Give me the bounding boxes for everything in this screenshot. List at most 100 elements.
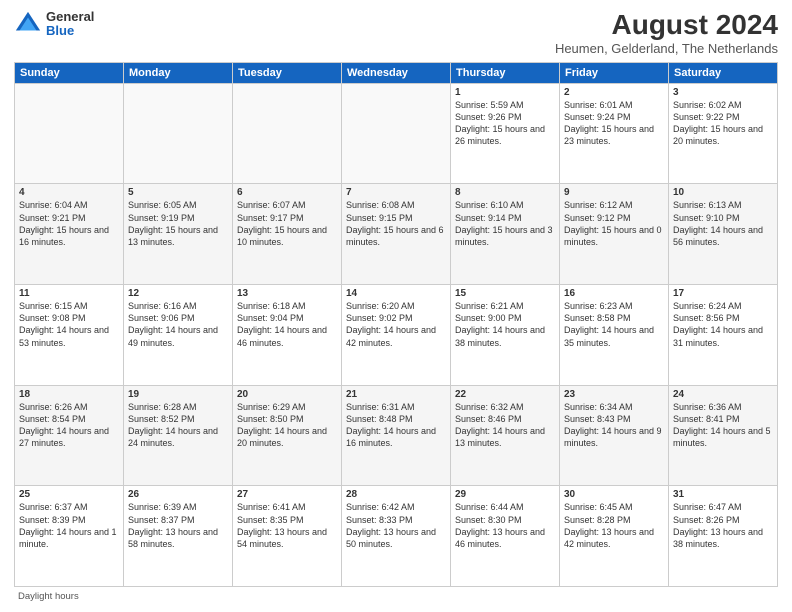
day-number: 3 [673, 87, 773, 98]
cell-content: Sunrise: 6:13 AMSunset: 9:10 PMDaylight:… [673, 199, 773, 248]
cell-content: Sunrise: 6:15 AM Sunset: 9:08 PM Daylight:… [19, 300, 119, 349]
day-number: 17 [673, 288, 773, 299]
daylight-text: Daylight: 15 hours and 26 minutes. [455, 124, 545, 146]
calendar-cell [342, 83, 451, 184]
daylight-text: Daylight: 14 hours and 49 minutes. [128, 325, 218, 347]
sunrise-text: Sunrise: 6:29 AM [237, 402, 306, 412]
sunrise-text: Sunrise: 6:28 AM [128, 402, 197, 412]
day-header-saturday: Saturday [669, 62, 778, 83]
header: General Blue August 2024 Heumen, Gelderl… [14, 10, 778, 56]
daylight-text: Daylight: 13 hours and 42 minutes. [564, 527, 654, 549]
day-header-sunday: Sunday [15, 62, 124, 83]
week-row-5: 25Sunrise: 6:37 AMSunset: 8:39 PMDayligh… [15, 486, 778, 587]
day-number: 1 [455, 87, 555, 98]
header-row: SundayMondayTuesdayWednesdayThursdayFrid… [15, 62, 778, 83]
calendar-table: SundayMondayTuesdayWednesdayThursdayFrid… [14, 62, 778, 587]
sunrise-text: Sunrise: 6:41 AM [237, 502, 306, 512]
day-number: 30 [564, 489, 664, 500]
sunset-text: Sunset: 8:58 PM [564, 313, 631, 323]
calendar-cell: 20Sunrise: 6:29 AMSunset: 8:50 PMDayligh… [233, 385, 342, 486]
calendar-cell: 7Sunrise: 6:08 AMSunset: 9:15 PMDaylight… [342, 184, 451, 285]
sunset-text: Sunset: 8:56 PM [673, 313, 740, 323]
cell-content: Sunrise: 6:45 AMSunset: 8:28 PMDaylight:… [564, 501, 664, 550]
week-row-4: 18Sunrise: 6:26 AMSunset: 8:54 PMDayligh… [15, 385, 778, 486]
daylight-text: Daylight: 15 hours and 20 minutes. [673, 124, 763, 146]
page: General Blue August 2024 Heumen, Gelderl… [0, 0, 792, 612]
sunrise-text: Sunrise: 6:07 AM [237, 200, 306, 210]
sunset-text: Sunset: 9:04 PM [237, 313, 304, 323]
daylight-text: Daylight: 14 hours and 1 minute. [19, 527, 117, 549]
calendar-cell: 17 Sunrise: 6:24 AM Sunset: 8:56 PM Dayligh… [669, 285, 778, 386]
sunrise-text: Sunrise: 6:18 AM [237, 301, 306, 311]
sunset-text: Sunset: 9:14 PM [455, 213, 522, 223]
sunset-text: Sunset: 9:26 PM [455, 112, 522, 122]
cell-content: Sunrise: 6:28 AMSunset: 8:52 PMDaylight:… [128, 401, 228, 450]
week-row-3: 11 Sunrise: 6:15 AM Sunset: 9:08 PM Dayligh… [15, 285, 778, 386]
daylight-text: Daylight: 14 hours and 31 minutes. [673, 325, 763, 347]
day-number: 29 [455, 489, 555, 500]
daylight-text: Daylight: 13 hours and 54 minutes. [237, 527, 327, 549]
cell-content: Sunrise: 6:08 AMSunset: 9:15 PMDaylight:… [346, 199, 446, 248]
sunrise-text: Sunrise: 6:42 AM [346, 502, 415, 512]
week-row-2: 4Sunrise: 6:04 AMSunset: 9:21 PMDaylight… [15, 184, 778, 285]
location: Heumen, Gelderland, The Netherlands [555, 41, 778, 56]
sunset-text: Sunset: 9:08 PM [19, 313, 86, 323]
cell-content: Sunrise: 6:37 AMSunset: 8:39 PMDaylight:… [19, 501, 119, 550]
daylight-text: Daylight: 15 hours and 16 minutes. [19, 225, 109, 247]
calendar-cell: 5Sunrise: 6:05 AMSunset: 9:19 PMDaylight… [124, 184, 233, 285]
calendar-cell: 4Sunrise: 6:04 AMSunset: 9:21 PMDaylight… [15, 184, 124, 285]
sunset-text: Sunset: 9:15 PM [346, 213, 413, 223]
day-number: 13 [237, 288, 337, 299]
sunrise-text: Sunrise: 6:12 AM [564, 200, 633, 210]
sunrise-text: Sunrise: 6:34 AM [564, 402, 633, 412]
cell-content: Sunrise: 6:44 AMSunset: 8:30 PMDaylight:… [455, 501, 555, 550]
cell-content: Sunrise: 6:04 AMSunset: 9:21 PMDaylight:… [19, 199, 119, 248]
sunrise-text: Sunrise: 5:59 AM [455, 100, 524, 110]
sunrise-text: Sunrise: 6:47 AM [673, 502, 742, 512]
sunrise-text: Sunrise: 6:13 AM [673, 200, 742, 210]
calendar-cell: 29Sunrise: 6:44 AMSunset: 8:30 PMDayligh… [451, 486, 560, 587]
cell-content: Sunrise: 6:34 AMSunset: 8:43 PMDaylight:… [564, 401, 664, 450]
sunrise-text: Sunrise: 6:37 AM [19, 502, 88, 512]
sunset-text: Sunset: 9:10 PM [673, 213, 740, 223]
daylight-text: Daylight: 14 hours and 9 minutes. [564, 426, 662, 448]
daylight-text: Daylight: 14 hours and 5 minutes. [673, 426, 771, 448]
sunset-text: Sunset: 9:02 PM [346, 313, 413, 323]
cell-content: Sunrise: 6:18 AMSunset: 9:04 PMDaylight:… [237, 300, 337, 349]
calendar-cell: 25Sunrise: 6:37 AMSunset: 8:39 PMDayligh… [15, 486, 124, 587]
day-number: 11 [19, 288, 119, 299]
daylight-text: Daylight: 14 hours and 13 minutes. [455, 426, 545, 448]
sunset-text: Sunset: 9:06 PM [128, 313, 195, 323]
daylight-text: Daylight: 15 hours and 3 minutes. [455, 225, 553, 247]
day-number: 10 [673, 187, 773, 198]
sunset-text: Sunset: 8:52 PM [128, 414, 195, 424]
sunrise-text: Sunrise: 6:24 AM [673, 301, 742, 311]
sunrise-text: Sunrise: 6:15 AM [19, 301, 88, 311]
calendar-cell: 19Sunrise: 6:28 AMSunset: 8:52 PMDayligh… [124, 385, 233, 486]
sunrise-text: Sunrise: 6:45 AM [564, 502, 633, 512]
day-number: 27 [237, 489, 337, 500]
logo-blue: Blue [46, 23, 74, 38]
calendar-cell [15, 83, 124, 184]
sunset-text: Sunset: 8:26 PM [673, 515, 740, 525]
daylight-text: Daylight: 14 hours and 16 minutes. [346, 426, 436, 448]
day-number: 6 [237, 187, 337, 198]
day-number: 25 [19, 489, 119, 500]
day-number: 16 [564, 288, 664, 299]
daylight-text: Daylight: 13 hours and 50 minutes. [346, 527, 436, 549]
sunrise-text: Sunrise: 6:31 AM [346, 402, 415, 412]
daylight-text: Daylight: 14 hours and 53 minutes. [19, 325, 109, 347]
cell-content: Sunrise: 6:10 AMSunset: 9:14 PMDaylight:… [455, 199, 555, 248]
sunrise-text: Sunrise: 6:36 AM [673, 402, 742, 412]
cell-content: Sunrise: 6:32 AMSunset: 8:46 PMDaylight:… [455, 401, 555, 450]
sunset-text: Sunset: 9:12 PM [564, 213, 631, 223]
day-number: 14 [346, 288, 446, 299]
calendar-cell: 15Sunrise: 6:21 AMSunset: 9:00 PMDayligh… [451, 285, 560, 386]
title-block: August 2024 Heumen, Gelderland, The Neth… [555, 10, 778, 56]
cell-content: Sunrise: 6:31 AMSunset: 8:48 PMDaylight:… [346, 401, 446, 450]
daylight-text: Daylight: 15 hours and 10 minutes. [237, 225, 327, 247]
sunrise-text: Sunrise: 6:05 AM [128, 200, 197, 210]
day-number: 15 [455, 288, 555, 299]
sunset-text: Sunset: 8:35 PM [237, 515, 304, 525]
cell-content: Sunrise: 6:29 AMSunset: 8:50 PMDaylight:… [237, 401, 337, 450]
